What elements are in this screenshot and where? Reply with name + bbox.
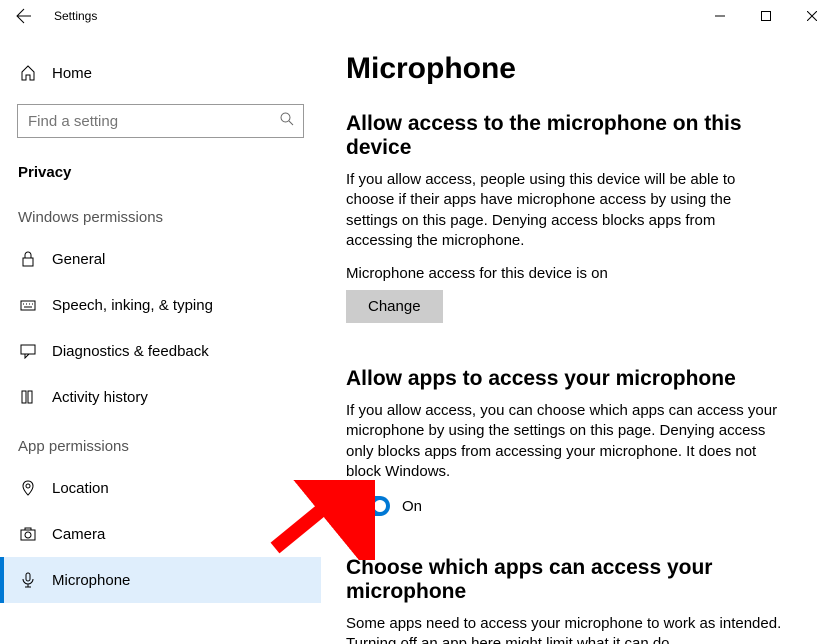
section-title-device-access: Allow access to the microphone on this d… bbox=[346, 112, 811, 160]
sidebar-home-label: Home bbox=[52, 65, 92, 82]
device-access-status: Microphone access for this device is on bbox=[346, 265, 811, 282]
sidebar-group-app: App permissions bbox=[0, 420, 321, 465]
sidebar-item-microphone[interactable]: Microphone bbox=[0, 557, 321, 603]
section-title-app-access: Allow apps to access your microphone bbox=[346, 367, 811, 391]
search-box bbox=[17, 104, 304, 138]
sidebar: Home Privacy Windows permissions General… bbox=[0, 32, 322, 644]
sidebar-item-speech[interactable]: Speech, inking, & typing bbox=[0, 282, 321, 328]
sidebar-item-activity[interactable]: Activity history bbox=[0, 374, 321, 420]
maximize-icon bbox=[761, 11, 771, 21]
minimize-icon bbox=[715, 11, 725, 21]
app-access-toggle-row: On bbox=[346, 496, 811, 516]
sidebar-item-camera[interactable]: Camera bbox=[0, 511, 321, 557]
back-button[interactable] bbox=[0, 0, 48, 32]
page-title: Microphone bbox=[346, 52, 811, 86]
sidebar-item-location[interactable]: Location bbox=[0, 465, 321, 511]
camera-icon bbox=[18, 526, 38, 542]
section-desc: Some apps need to access your microphone… bbox=[346, 614, 786, 644]
sidebar-item-label: Camera bbox=[52, 526, 105, 543]
keyboard-icon bbox=[18, 297, 38, 313]
sidebar-item-home[interactable]: Home bbox=[0, 50, 321, 96]
sidebar-item-label: Speech, inking, & typing bbox=[52, 297, 213, 314]
sidebar-group-windows: Windows permissions bbox=[0, 191, 321, 236]
sidebar-item-label: Microphone bbox=[52, 572, 130, 589]
search-input[interactable] bbox=[17, 104, 304, 138]
maximize-button[interactable] bbox=[743, 0, 789, 32]
sidebar-section-privacy: Privacy bbox=[0, 144, 321, 191]
titlebar: Settings bbox=[0, 0, 835, 32]
window-controls bbox=[697, 0, 835, 32]
feedback-icon bbox=[18, 343, 38, 359]
sidebar-item-label: Location bbox=[52, 480, 109, 497]
minimize-button[interactable] bbox=[697, 0, 743, 32]
sidebar-item-label: General bbox=[52, 251, 105, 268]
change-button[interactable]: Change bbox=[346, 290, 443, 323]
window-title: Settings bbox=[54, 9, 97, 23]
sidebar-item-diagnostics[interactable]: Diagnostics & feedback bbox=[0, 328, 321, 374]
home-icon bbox=[18, 65, 38, 81]
lock-icon bbox=[18, 251, 38, 267]
sidebar-item-label: Activity history bbox=[52, 389, 148, 406]
toggle-state-label: On bbox=[402, 498, 422, 515]
history-icon bbox=[18, 389, 38, 405]
sidebar-item-label: Diagnostics & feedback bbox=[52, 343, 209, 360]
microphone-icon bbox=[18, 572, 38, 588]
close-button[interactable] bbox=[789, 0, 835, 32]
close-icon bbox=[807, 11, 817, 21]
back-arrow-icon bbox=[16, 8, 32, 24]
content-area: Microphone Allow access to the microphon… bbox=[322, 32, 835, 644]
app-access-toggle[interactable] bbox=[346, 496, 390, 516]
section-title-choose-apps: Choose which apps can access your microp… bbox=[346, 556, 811, 604]
location-icon bbox=[18, 480, 38, 496]
sidebar-item-general[interactable]: General bbox=[0, 236, 321, 282]
section-desc: If you allow access, people using this d… bbox=[346, 170, 786, 251]
section-desc: If you allow access, you can choose whic… bbox=[346, 401, 786, 482]
